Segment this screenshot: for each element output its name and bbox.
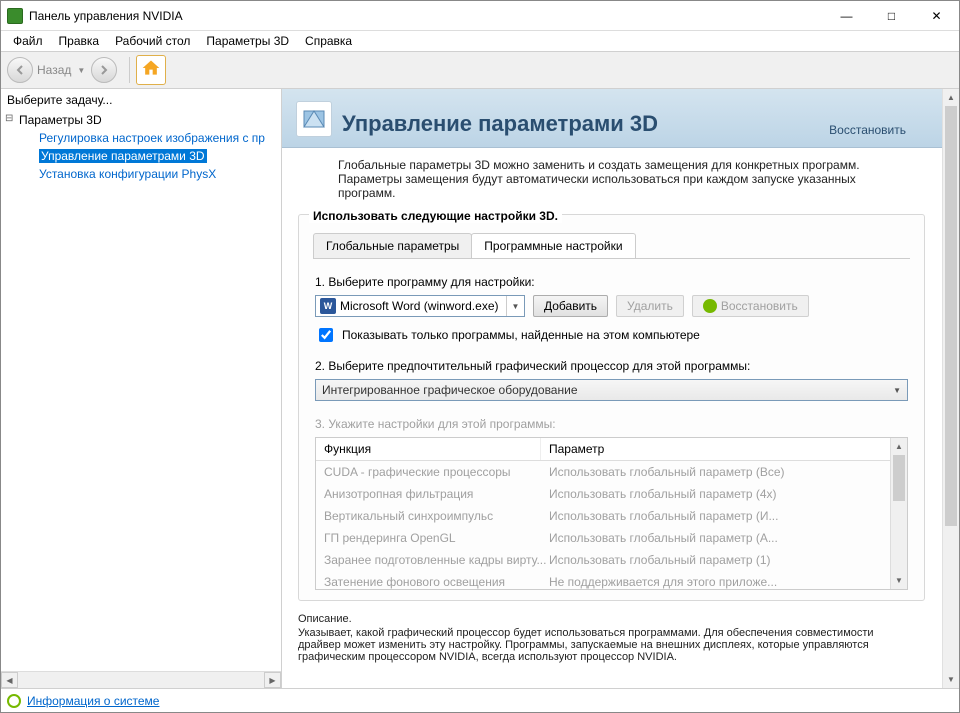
scroll-right-icon[interactable]: ▶ [264, 672, 281, 688]
home-icon [141, 58, 161, 83]
minimize-button[interactable]: — [824, 1, 869, 30]
maximize-button[interactable]: □ [869, 1, 914, 30]
nav-toolbar: Назад ▼ [1, 51, 959, 89]
cell-param: Использовать глобальный параметр (И... [549, 509, 899, 523]
tree-root-3d[interactable]: Параметры 3D [5, 111, 277, 129]
cell-param: Использовать глобальный параметр (1) [549, 553, 899, 567]
task-header: Выберите задачу... [1, 89, 281, 111]
page-header: Управление параметрами 3D Восстановить [282, 89, 942, 148]
table-row[interactable]: Анизотропная фильтрацияИспользовать глоб… [316, 483, 907, 505]
scroll-up-icon[interactable]: ▲ [943, 89, 959, 106]
scroll-down-icon[interactable]: ▼ [943, 671, 959, 688]
menubar: Файл Правка Рабочий стол Параметры 3D Сп… [1, 31, 959, 51]
gpu-select-value: Интегрированное графическое оборудование [322, 383, 578, 397]
back-dropdown-icon: ▼ [77, 66, 85, 75]
step1-label: 1. Выберите программу для настройки: [315, 275, 908, 289]
home-button[interactable] [136, 55, 166, 85]
sidebar-scrollbar-horizontal[interactable]: ◀ ▶ [1, 671, 281, 688]
col-param[interactable]: Параметр [541, 438, 907, 460]
tree-item-physx[interactable]: Установка конфигурации PhysX [5, 165, 277, 183]
show-found-only-input[interactable] [319, 328, 333, 342]
back-button[interactable]: Назад ▼ [7, 57, 85, 83]
restore-program-button[interactable]: Восстановить [692, 295, 809, 317]
page-title: Управление параметрами 3D [342, 111, 829, 137]
settings-groupbox: Использовать следующие настройки 3D. Гло… [298, 214, 925, 601]
settings-table: Функция Параметр CUDA - графические проц… [315, 437, 908, 590]
cell-param: Не поддерживается для этого приложе... [549, 575, 899, 589]
word-icon: W [320, 298, 336, 314]
titlebar: Панель управления NVIDIA — □ ✕ [1, 1, 959, 31]
page-header-icon [296, 101, 332, 137]
scroll-thumb[interactable] [893, 455, 905, 501]
back-arrow-icon [7, 57, 33, 83]
system-info-icon [7, 694, 21, 708]
menu-help[interactable]: Справка [297, 32, 360, 50]
toolbar-divider [129, 57, 130, 83]
task-tree: Параметры 3D Регулировка настроек изобра… [1, 111, 281, 671]
cell-function: Затенение фонового освещения [324, 575, 549, 589]
forward-button[interactable] [91, 57, 117, 83]
cell-function: Анизотропная фильтрация [324, 487, 549, 501]
nvidia-app-icon [7, 8, 23, 24]
cell-param: Использовать глобальный параметр (4x) [549, 487, 899, 501]
menu-desktop[interactable]: Рабочий стол [107, 32, 198, 50]
program-select-value: Microsoft Word (winword.exe) [340, 299, 506, 313]
tree-item-image-adjust[interactable]: Регулировка настроек изображения с пр [5, 129, 277, 147]
remove-button[interactable]: Удалить [616, 295, 684, 317]
show-found-only-label: Показывать только программы, найденные н… [342, 328, 700, 342]
cell-function: Вертикальный синхроимпульс [324, 509, 549, 523]
tree-item-manage-3d[interactable]: Управление параметрами 3D [5, 147, 277, 165]
menu-file[interactable]: Файл [5, 32, 51, 50]
content-scrollbar-vertical[interactable]: ▲ ▼ [942, 89, 959, 688]
tab-program[interactable]: Программные настройки [471, 233, 635, 258]
cell-param: Использовать глобальный параметр (Все) [549, 465, 899, 479]
footer-title: Описание. [298, 613, 908, 625]
cell-function: ГП рендеринга OpenGL [324, 531, 549, 545]
nvidia-eye-icon [703, 299, 717, 313]
step2-label: 2. Выберите предпочтительный графический… [315, 359, 908, 373]
restore-program-label: Восстановить [721, 299, 798, 313]
status-bar: Информация о системе [1, 688, 959, 712]
col-function[interactable]: Функция [316, 438, 541, 460]
table-scrollbar[interactable]: ▲ ▼ [890, 438, 907, 589]
table-row[interactable]: Вертикальный синхроимпульсИспользовать г… [316, 505, 907, 527]
show-found-only-checkbox[interactable]: Показывать только программы, найденные н… [315, 325, 908, 345]
scroll-up-icon[interactable]: ▲ [891, 438, 907, 455]
back-label: Назад [37, 63, 71, 77]
program-select[interactable]: W Microsoft Word (winword.exe) ▼ [315, 295, 525, 317]
scroll-track[interactable] [18, 672, 264, 688]
task-sidebar: Выберите задачу... Параметры 3D Регулиро… [1, 89, 282, 688]
content-pane: ▲ ▼ Управление параметрами 3D Восстанови… [282, 89, 959, 688]
chevron-down-icon: ▼ [893, 386, 901, 395]
scroll-thumb[interactable] [945, 106, 957, 526]
menu-3d-params[interactable]: Параметры 3D [198, 32, 297, 50]
menu-edit[interactable]: Правка [51, 32, 108, 50]
cell-function: CUDA - графические процессоры [324, 465, 549, 479]
chevron-down-icon: ▼ [506, 296, 524, 316]
page-description: Глобальные параметры 3D можно заменить и… [282, 148, 942, 210]
scroll-down-icon[interactable]: ▼ [891, 572, 907, 589]
tab-global[interactable]: Глобальные параметры [313, 233, 472, 258]
description-footer: Описание. Указывает, какой графический п… [282, 609, 942, 671]
window-title: Панель управления NVIDIA [29, 9, 824, 23]
settings-tabs: Глобальные параметры Программные настрой… [313, 233, 910, 259]
cell-function: Заранее подготовленные кадры вирту... [324, 553, 549, 567]
add-button[interactable]: Добавить [533, 295, 608, 317]
restore-defaults-link[interactable]: Восстановить [829, 123, 906, 137]
close-button[interactable]: ✕ [914, 1, 959, 30]
cell-param: Использовать глобальный параметр (А... [549, 531, 899, 545]
gpu-select[interactable]: Интегрированное графическое оборудование… [315, 379, 908, 401]
system-info-link[interactable]: Информация о системе [27, 694, 159, 708]
scroll-left-icon[interactable]: ◀ [1, 672, 18, 688]
table-row[interactable]: ГП рендеринга OpenGLИспользовать глобаль… [316, 527, 907, 549]
table-row[interactable]: CUDA - графические процессорыИспользоват… [316, 461, 907, 483]
table-row[interactable]: Заранее подготовленные кадры вирту...Исп… [316, 549, 907, 571]
table-header: Функция Параметр [316, 438, 907, 461]
step3-label: 3. Укажите настройки для этой программы: [315, 417, 908, 431]
forward-arrow-icon [91, 57, 117, 83]
table-row[interactable]: Затенение фонового освещенияНе поддержив… [316, 571, 907, 589]
footer-text: Указывает, какой графический процессор б… [298, 627, 908, 663]
groupbox-title: Использовать следующие настройки 3D. [309, 209, 562, 223]
